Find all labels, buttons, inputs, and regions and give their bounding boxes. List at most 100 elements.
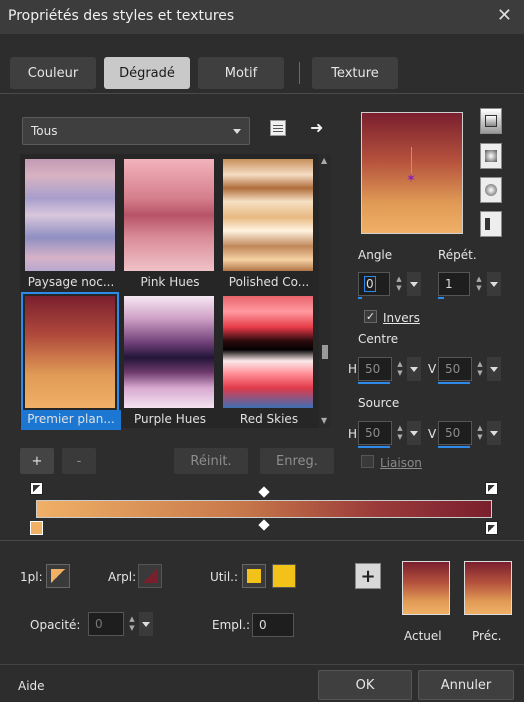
location-input[interactable]: 0 — [252, 613, 294, 637]
user-color-button[interactable] — [242, 564, 266, 588]
tab-degrade[interactable]: Dégradé — [104, 57, 190, 89]
cancel-button[interactable]: Annuler — [418, 670, 514, 700]
gradient-thumb-paysage[interactable]: Paysage noc... — [23, 157, 117, 289]
gradient-thumb-pink-hues[interactable]: Pink Hues — [122, 157, 216, 289]
source-h-input[interactable]: 50 — [358, 421, 392, 445]
foreground-label: 1pl: — [20, 570, 43, 584]
color-stop-left[interactable] — [30, 521, 43, 535]
user-color-swatch[interactable] — [272, 564, 296, 588]
foreground-swatch-button[interactable] — [46, 564, 70, 588]
gradient-thumb-premier-plan[interactable]: Premier plan... — [21, 292, 121, 430]
center-h-label: H — [348, 362, 358, 376]
gradient-label: Paysage noc... — [27, 275, 115, 289]
gradient-label: Red Skies — [239, 412, 299, 426]
help-link[interactable]: Aide — [18, 679, 45, 693]
center-v-dropdown[interactable] — [487, 357, 501, 381]
midpoint-marker-top[interactable] — [258, 486, 270, 498]
gradient-swatch — [223, 296, 313, 408]
gradient-editor-bar[interactable] — [36, 500, 492, 518]
angle-dropdown[interactable] — [407, 272, 421, 296]
center-h-dropdown[interactable] — [407, 357, 421, 381]
stop-marker-top-left[interactable] — [30, 482, 43, 495]
source-h-spinner[interactable]: ▲ ▼ — [393, 421, 407, 445]
opacity-input[interactable]: 0 — [88, 612, 124, 636]
category-dropdown[interactable]: Tous — [22, 117, 250, 145]
gallery-scrollbar[interactable]: ▲ ▼ — [319, 154, 331, 428]
scroll-up-icon[interactable]: ▲ — [321, 156, 327, 165]
source-h-label: H — [348, 427, 358, 441]
gradient-thumb-red-skies[interactable]: Red Skies — [221, 294, 315, 426]
center-label: Centre — [358, 332, 399, 346]
repeat-slider-bar[interactable] — [438, 297, 444, 299]
rectangular-style-button[interactable] — [480, 143, 502, 169]
source-v-slider-bar[interactable] — [438, 446, 470, 448]
reset-button[interactable]: Réinit. — [174, 448, 248, 474]
repeat-spinner[interactable]: ▲ ▼ — [472, 272, 486, 296]
opacity-label: Opacité: — [30, 618, 81, 632]
scrollbar-thumb[interactable] — [322, 345, 328, 359]
location-label: Empl.: — [212, 618, 251, 632]
link-checkbox[interactable] — [361, 455, 374, 468]
center-handle-icon[interactable]: ✶ — [406, 171, 416, 185]
opacity-dropdown[interactable] — [139, 612, 153, 636]
gradient-preview[interactable]: ✶ — [361, 112, 463, 234]
gradient-label: Premier plan... — [27, 412, 115, 426]
current-label: Actuel — [404, 629, 442, 643]
angle-input[interactable]: 0 — [358, 272, 390, 296]
arrow-right-icon[interactable]: ➜ — [310, 118, 323, 137]
add-gradient-button[interactable]: + — [20, 448, 54, 474]
source-v-input[interactable]: 50 — [438, 421, 472, 445]
current-swatch[interactable] — [402, 561, 450, 615]
background-label: Arpl: — [108, 570, 137, 584]
invert-label: Invers — [383, 311, 420, 325]
tab-motif[interactable]: Motif — [198, 57, 284, 89]
link-label: Liaison — [380, 456, 422, 470]
gradient-label: Pink Hues — [140, 275, 200, 289]
source-label: Source — [358, 396, 400, 410]
stop-marker-top-right[interactable] — [485, 482, 498, 495]
invert-checkbox[interactable]: ✓ — [364, 310, 377, 323]
gradient-thumb-purple-hues[interactable]: Purple Hues — [122, 294, 216, 426]
remove-gradient-button[interactable]: - — [62, 448, 96, 474]
repeat-label: Répét. — [438, 248, 477, 262]
radial-style-button[interactable] — [480, 177, 502, 203]
sunburst-style-button[interactable] — [480, 211, 502, 237]
source-v-label: V — [428, 427, 437, 441]
center-h-slider-bar[interactable] — [358, 382, 390, 384]
center-h-spinner[interactable]: ▲ ▼ — [393, 357, 407, 381]
tab-texture[interactable]: Texture — [312, 57, 398, 89]
gradient-label: Polished Co... — [228, 275, 310, 289]
gradient-thumb-polished-copper[interactable]: Polished Co... — [221, 157, 315, 289]
gradient-gallery: Paysage noc... Pink Hues Polished Co... … — [20, 154, 320, 430]
tab-couleur[interactable]: Couleur — [10, 57, 96, 89]
repeat-input[interactable]: 1 — [438, 272, 470, 296]
add-swatch-button[interactable]: + — [355, 563, 381, 589]
close-icon[interactable]: ✕ — [497, 5, 512, 26]
background-swatch-button[interactable] — [138, 564, 162, 588]
chevron-down-icon — [233, 129, 241, 134]
gradient-swatch — [25, 159, 115, 271]
source-v-spinner[interactable]: ▲ ▼ — [473, 421, 487, 445]
save-button[interactable]: Enreg. — [260, 448, 334, 474]
source-h-slider-bar[interactable] — [358, 446, 390, 448]
previous-swatch[interactable] — [464, 561, 512, 615]
scroll-down-icon[interactable]: ▼ — [321, 416, 327, 425]
angle-spinner[interactable]: ▲ ▼ — [392, 272, 406, 296]
library-icon[interactable] — [270, 120, 286, 136]
center-v-input[interactable]: 50 — [438, 357, 472, 381]
ok-button[interactable]: OK — [318, 670, 412, 700]
linear-style-button[interactable] — [480, 108, 502, 134]
midpoint-marker-bottom[interactable] — [258, 519, 270, 531]
center-h-input[interactable]: 50 — [358, 357, 392, 381]
center-v-slider-bar[interactable] — [438, 382, 470, 384]
source-v-dropdown[interactable] — [487, 421, 501, 445]
angle-slider-bar[interactable] — [358, 297, 362, 299]
color-stop-right[interactable] — [485, 521, 498, 535]
window-title: Propriétés des styles et textures — [8, 8, 235, 24]
gradient-swatch — [223, 159, 313, 271]
center-v-label: V — [428, 362, 437, 376]
opacity-spinner[interactable]: ▲ ▼ — [125, 612, 139, 636]
repeat-dropdown[interactable] — [487, 272, 501, 296]
center-v-spinner[interactable]: ▲ ▼ — [473, 357, 487, 381]
source-h-dropdown[interactable] — [407, 421, 421, 445]
